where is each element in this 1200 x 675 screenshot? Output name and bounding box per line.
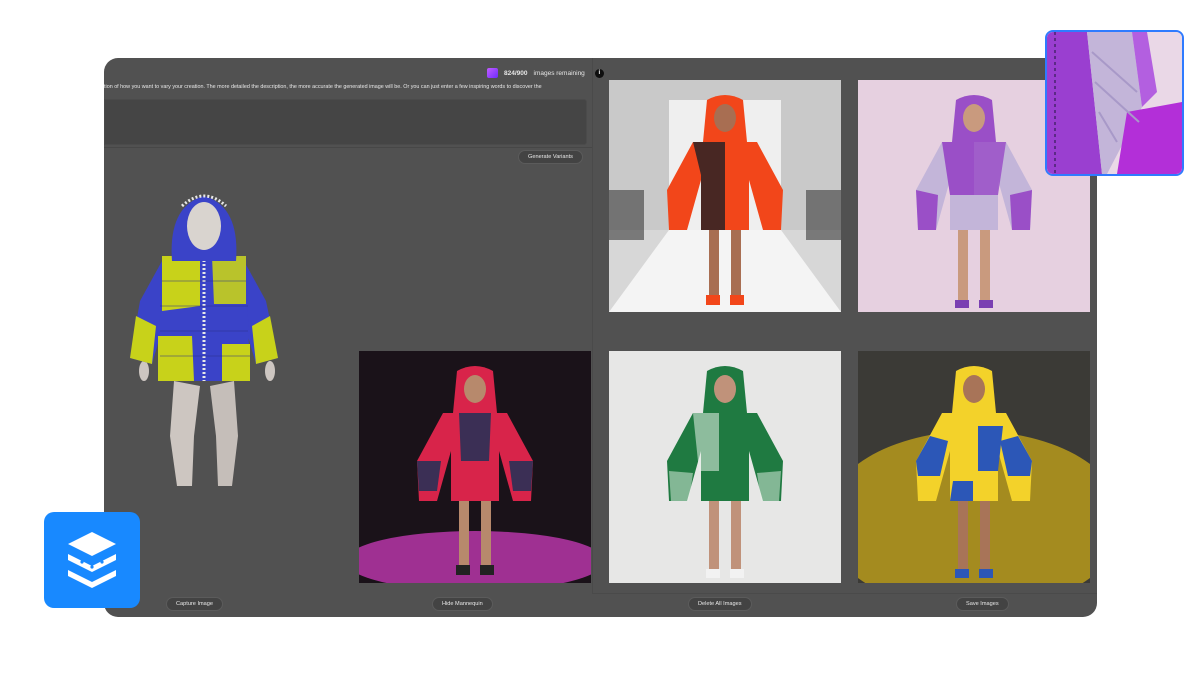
quota-count: 824/900 [504,69,528,77]
divider [104,147,592,148]
save-images-button[interactable]: Save Images [956,597,1009,611]
mannequin-right-leg [210,381,238,486]
mannequin-preview[interactable] [122,186,292,511]
delete-all-images-button[interactable]: Delete All Images [688,597,752,611]
prompt-input[interactable] [104,99,587,145]
layers-stack-icon [68,532,116,588]
capture-image-button[interactable]: Capture Image [166,597,224,611]
generated-image-1[interactable] [609,80,841,312]
generated-image-5[interactable] [858,351,1090,583]
fabric-detail-zoom [1045,30,1184,176]
info-icon[interactable]: i [594,68,604,78]
app-window: 824/900 images remaining i tion of how y… [104,58,1097,617]
divider [592,58,593,594]
generated-image-3[interactable] [359,351,591,583]
mannequin-head [187,202,221,250]
quota-label: images remaining [533,69,585,77]
generated-image-4[interactable] [609,351,841,583]
hide-mannequin-button[interactable]: Hide Mannequin [432,597,493,611]
prompt-instructions: tion of how you want to vary your creati… [104,84,542,90]
divider [592,593,1097,594]
brand-badge [44,512,140,608]
gallery-icon [487,68,498,78]
quota-indicator: 824/900 images remaining i [487,66,604,80]
mannequin-left-leg [170,381,200,486]
generate-variants-button[interactable]: Generate Variants [518,150,583,164]
